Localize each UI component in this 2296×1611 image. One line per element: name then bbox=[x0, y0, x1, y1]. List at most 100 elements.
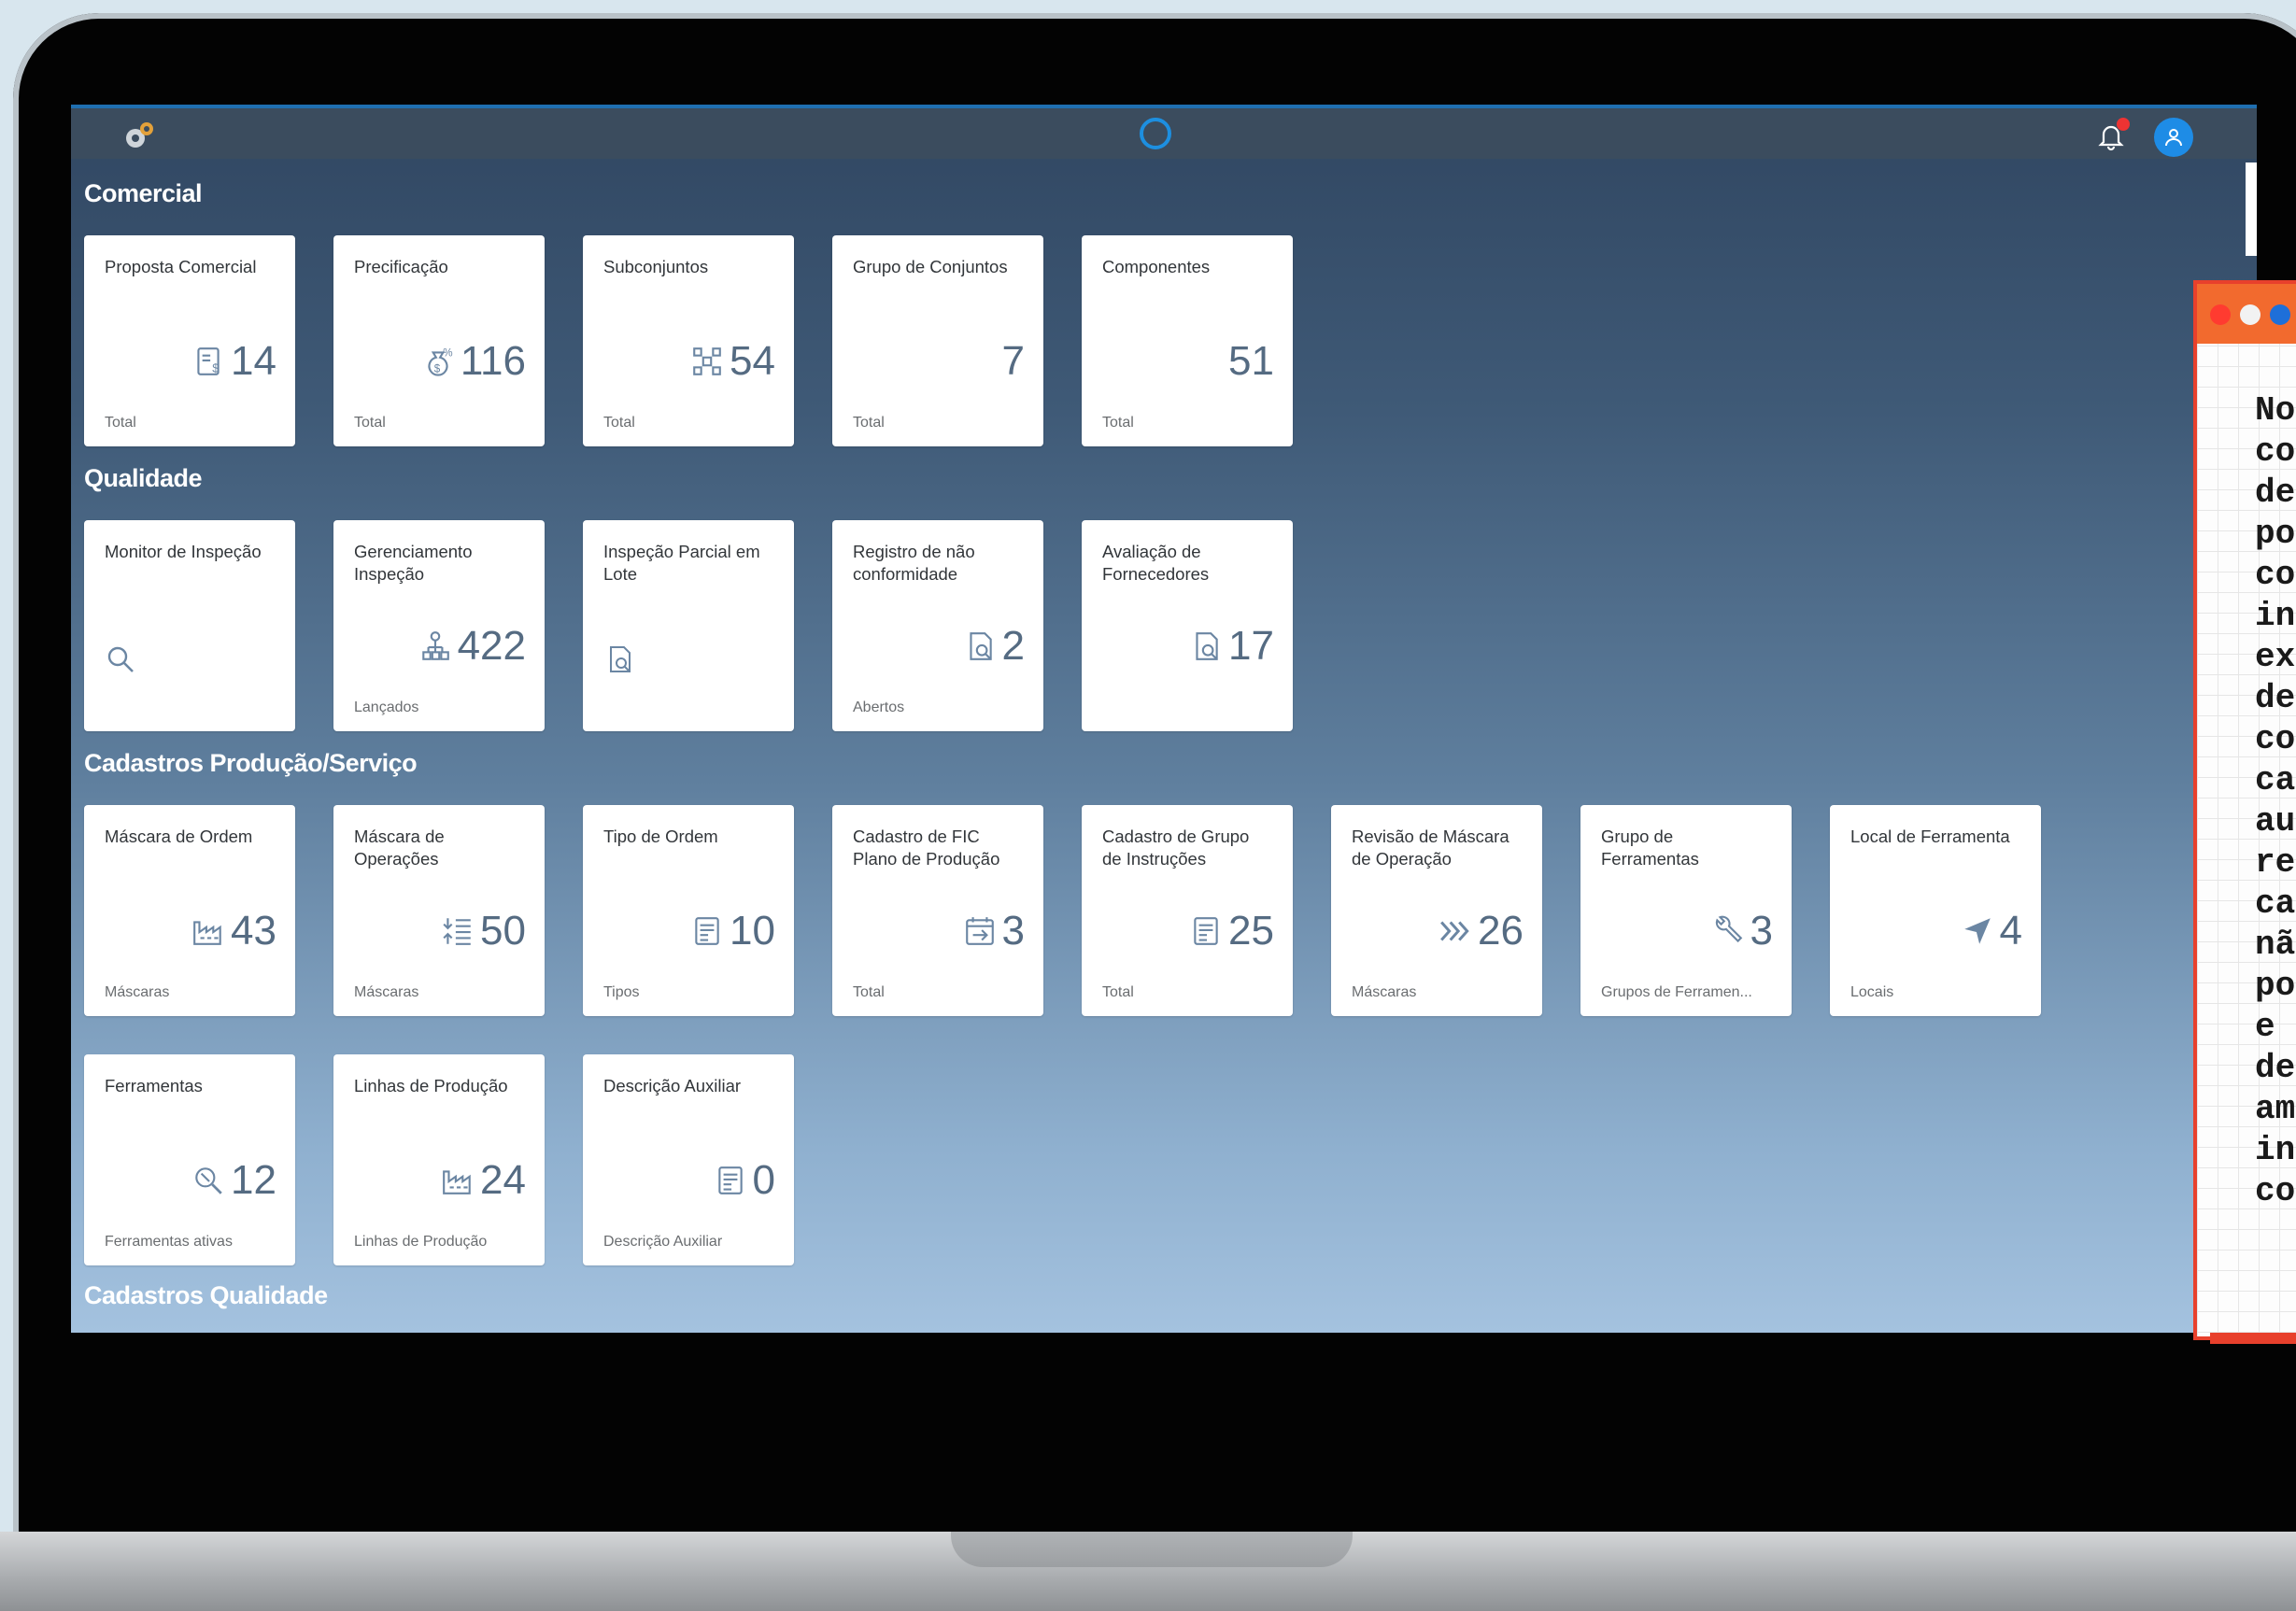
tile-subtitle: Máscaras bbox=[1352, 984, 1417, 1000]
tile-value: 2 bbox=[1001, 623, 1025, 669]
tile-subtitle: Ferramentas ativas bbox=[105, 1234, 233, 1250]
group-title: Comercial bbox=[84, 179, 203, 207]
svg-text:$: $ bbox=[212, 362, 219, 375]
tile-subtitle: Total bbox=[1102, 984, 1134, 1000]
tile-kpi: 422 bbox=[418, 623, 526, 670]
note-text: No co de po co in ex de co ca au re ca n… bbox=[2255, 391, 2296, 1210]
tile-value: 51 bbox=[1228, 338, 1274, 384]
tile-subtitle: Locais bbox=[1850, 984, 1894, 1000]
launchpad-tile[interactable]: Linhas de Produção 24 Linhas de Produção bbox=[333, 1054, 545, 1265]
tile-subtitle: Total bbox=[1102, 415, 1134, 431]
tile-value: 0 bbox=[752, 1157, 775, 1203]
tile-value: 26 bbox=[1478, 908, 1524, 954]
tile-title: Revisão de Máscara de Operação bbox=[1352, 827, 1509, 869]
launchpad-tile[interactable]: Local de Ferramenta 4 Locais bbox=[1830, 805, 2041, 1016]
company-logo[interactable] bbox=[121, 120, 159, 151]
launchpad-tile[interactable]: Proposta Comercial $14 Total bbox=[84, 235, 295, 446]
tile-kpi: 12 bbox=[191, 1157, 276, 1204]
tile-value: 54 bbox=[730, 338, 775, 384]
close-dot-icon[interactable] bbox=[2210, 304, 2231, 325]
maximize-dot-icon[interactable] bbox=[2270, 304, 2290, 325]
copilot-icon[interactable] bbox=[1140, 118, 1171, 149]
shell-bar bbox=[71, 105, 2257, 159]
tile-value: 25 bbox=[1228, 908, 1274, 954]
group-title: Qualidade bbox=[84, 464, 203, 492]
launchpad-tile[interactable]: Cadastro de FIC Plano de Produção 3 Total bbox=[832, 805, 1043, 1016]
tile-title: Cadastro de Grupo de Instruções bbox=[1102, 827, 1250, 869]
tile-subtitle: Máscaras bbox=[354, 984, 419, 1000]
tile-icon bbox=[105, 643, 136, 680]
tile-subtitle: Máscaras bbox=[105, 984, 170, 1000]
launchpad-tile[interactable]: Máscara de Ordem 43 Máscaras bbox=[84, 805, 295, 1016]
tile-title: Tipo de Ordem bbox=[603, 827, 718, 846]
launchpad-tile[interactable]: Precificação $% 116 Total bbox=[333, 235, 545, 446]
launchpad-tile[interactable]: Tipo de Ordem 10 Tipos bbox=[583, 805, 794, 1016]
tile-title: Linhas de Produção bbox=[354, 1076, 508, 1095]
notification-badge bbox=[2117, 118, 2130, 131]
tile-title: Inspeção Parcial em Lote bbox=[603, 542, 760, 584]
tile-subtitle: Total bbox=[853, 984, 885, 1000]
document-search-icon bbox=[969, 632, 992, 660]
launchpad-tile[interactable]: Avaliação de Fornecedores 17 bbox=[1082, 520, 1293, 731]
launchpad-tile[interactable]: Gerenciamento Inspeção 422 Lançados bbox=[333, 520, 545, 731]
scrollbar[interactable] bbox=[2246, 163, 2257, 256]
launchpad-screen: Comercial Proposta Comercial $14 Total Preci… bbox=[71, 105, 2257, 1333]
tile-kpi: 51 bbox=[1228, 338, 1274, 385]
tile-kpi: 0 bbox=[714, 1157, 775, 1204]
launchpad-tile[interactable]: Máscara de Operações 50 Máscaras bbox=[333, 805, 545, 1016]
user-icon bbox=[2165, 129, 2182, 147]
invoice-icon: $ bbox=[197, 347, 220, 375]
tile-subtitle: Abertos bbox=[853, 700, 905, 715]
minimize-dot-icon[interactable] bbox=[2240, 304, 2261, 325]
process-chevron-icon bbox=[1440, 921, 1469, 941]
launchpad-tile[interactable]: Cadastro de Grupo de Instruções 25 Total bbox=[1082, 805, 1293, 1016]
tile-title: Proposta Comercial bbox=[105, 257, 257, 276]
location-arrow-icon bbox=[1963, 918, 1991, 944]
launchpad-tile[interactable]: Grupo de Conjuntos 7 Total bbox=[832, 235, 1043, 446]
note-window: No co de po co in ex de co ca au re ca n… bbox=[2193, 280, 2296, 1340]
form-icon bbox=[717, 1166, 743, 1194]
launchpad-tile[interactable]: Monitor de Inspeção bbox=[84, 520, 295, 731]
tile-icon bbox=[603, 643, 635, 680]
tile-title: Descrição Auxiliar bbox=[603, 1076, 742, 1095]
tile-title: Máscara de Operações bbox=[354, 827, 445, 869]
tile-value: 7 bbox=[1001, 338, 1025, 384]
group-title: Cadastros Produção/Serviço bbox=[84, 749, 418, 777]
tile-value: 43 bbox=[231, 908, 276, 954]
launchpad-tile[interactable]: Registro de não conformidade 2 Abertos bbox=[832, 520, 1043, 731]
tile-kpi: $14 bbox=[191, 338, 276, 385]
tile-title: Subconjuntos bbox=[603, 257, 709, 276]
tile-kpi: 10 bbox=[690, 908, 775, 954]
tile-kpi: 26 bbox=[1439, 908, 1524, 954]
user-avatar[interactable] bbox=[2154, 118, 2193, 157]
tile-value: 422 bbox=[457, 623, 526, 669]
svg-text:%: % bbox=[443, 347, 452, 360]
tool-search-icon bbox=[195, 1167, 222, 1194]
tile-value: 3 bbox=[1750, 908, 1773, 954]
tile-kpi: 4 bbox=[1961, 908, 2022, 954]
list-arrows-icon bbox=[443, 918, 471, 945]
launchpad-tile[interactable]: Inspeção Parcial em Lote bbox=[583, 520, 794, 731]
tile-subtitle: Descrição Auxiliar bbox=[603, 1234, 723, 1250]
tile-title: Avaliação de Fornecedores bbox=[1102, 542, 1210, 584]
note-title-bar bbox=[2197, 284, 2296, 344]
tile-kpi: $% 116 bbox=[421, 338, 526, 385]
launchpad-tile[interactable]: Revisão de Máscara de Operação 26 Máscaras bbox=[1331, 805, 1542, 1016]
launchpad-tile[interactable]: Descrição Auxiliar 0 Descrição Auxiliar bbox=[583, 1054, 794, 1265]
money-bag-icon: $% bbox=[428, 347, 452, 376]
note-shadow bbox=[2210, 1333, 2296, 1344]
tile-kpi: 25 bbox=[1189, 908, 1274, 954]
tile-subtitle: Lançados bbox=[354, 700, 419, 715]
tile-title: Local de Ferramenta bbox=[1850, 827, 2010, 846]
launchpad-tile[interactable]: Ferramentas 12 Ferramentas ativas bbox=[84, 1054, 295, 1265]
document-search-icon bbox=[1196, 632, 1218, 660]
tile-value: 10 bbox=[730, 908, 775, 954]
tile-value: 14 bbox=[231, 338, 276, 384]
launchpad-tile[interactable]: Subconjuntos 54 Total bbox=[583, 235, 794, 446]
launchpad-tile[interactable]: Grupo de Ferramentas 3 Grupos de Ferramen.… bbox=[1580, 805, 1792, 1016]
tile-kpi: 43 bbox=[191, 908, 276, 954]
tile-value: 12 bbox=[231, 1157, 276, 1203]
launchpad-tile[interactable]: Componentes 51 Total bbox=[1082, 235, 1293, 446]
tile-kpi: 7 bbox=[1002, 338, 1025, 385]
tile-kpi: 3 bbox=[963, 908, 1025, 954]
